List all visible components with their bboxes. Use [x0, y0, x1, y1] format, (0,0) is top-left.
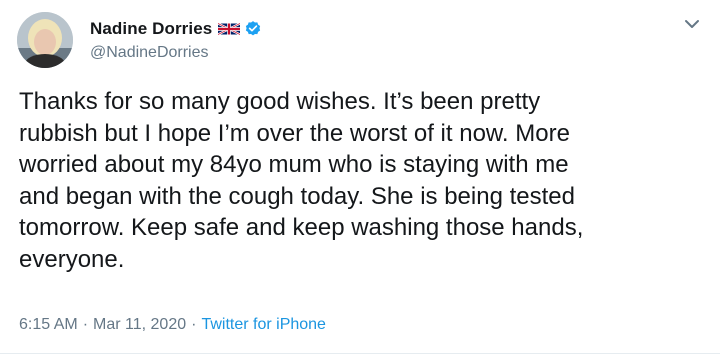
author-name-row: Nadine Dorries [90, 18, 262, 40]
tweet-source-link[interactable]: Twitter for iPhone [201, 316, 326, 334]
tweet-date[interactable]: Mar 11, 2020 [93, 316, 186, 334]
chevron-down-icon[interactable] [682, 16, 702, 32]
meta-separator: · [191, 316, 197, 333]
tweet-card: Nadine Dorries @NadineDorries Thanks for… [0, 0, 720, 355]
author-display-name[interactable]: Nadine Dorries [90, 19, 212, 39]
avatar[interactable] [17, 12, 73, 68]
tweet-time[interactable]: 6:15 AM [19, 316, 78, 334]
tweet-metadata: 6:15 AM · Mar 11, 2020 · Twitter for iPh… [19, 316, 326, 334]
meta-separator: · [82, 316, 89, 333]
uk-flag-icon [218, 22, 241, 36]
bottom-divider [0, 353, 720, 354]
tweet-text: Thanks for so many good wishes. It’s bee… [19, 88, 584, 273]
author-handle[interactable]: @NadineDorries [90, 44, 209, 62]
verified-badge-icon [244, 20, 262, 38]
